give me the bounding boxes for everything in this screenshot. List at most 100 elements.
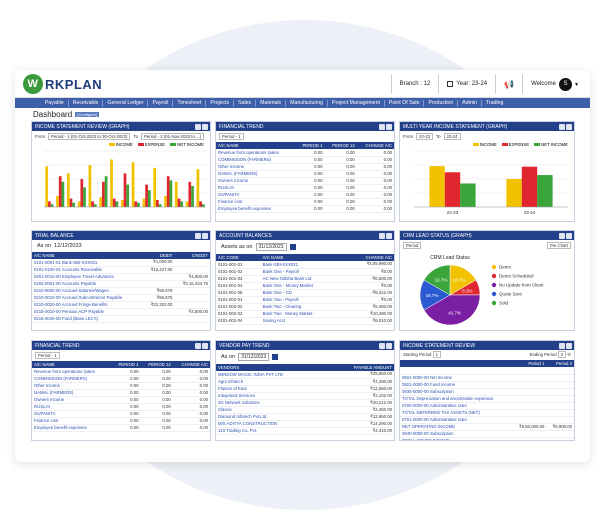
to-year-select[interactable]: 23-24	[443, 133, 461, 140]
table-cell[interactable]: 0215-0010-00 Pension ACP Payable	[32, 308, 144, 316]
close-icon[interactable]	[566, 123, 572, 130]
year-selector[interactable]: Year: 23-24	[438, 74, 495, 94]
menu-item-general-ledger[interactable]: General Ledger	[103, 99, 149, 107]
table-row[interactable]: NAMAL (FARMERS) 0.00 0.00 0.00	[216, 170, 394, 178]
table-row[interactable]: 0210-0010-00 Accrued Subcontractor Payab…	[32, 294, 210, 302]
table-row[interactable]: 0210-0020-00 Accrued Fringe Benefits ₹22,…	[32, 301, 210, 309]
table-row[interactable]: 0101-002-01 Bank Two - Payroll ₹0.00	[216, 296, 394, 304]
table-cell[interactable]: 0940-0000-00 Subscription	[400, 430, 512, 438]
period-select[interactable]: Period - 1	[35, 352, 60, 359]
table-cell[interactable]: WINDOW MAGIC INDIA PVT LTD	[216, 371, 327, 379]
table-row[interactable]: 0202-0001-00 Accounts Payable ₹3,16,434.7…	[32, 280, 210, 288]
menu-item-admin[interactable]: Admin	[458, 99, 483, 107]
table-cell[interactable]: Agni Infotech	[216, 378, 327, 386]
table-row[interactable]: Flavors of East ₹12,560.00	[216, 385, 394, 393]
table-row[interactable]: 3G Network Solutions ₹20,212.00	[216, 399, 394, 407]
menu-item-materials[interactable]: Materials	[256, 99, 287, 107]
table-row[interactable]: 0700-0000-00 Administrative G&A	[400, 402, 574, 410]
table-cell[interactable]: GUPANITA	[32, 410, 112, 418]
table-cell[interactable]: 0101-0001-01 Bank-SBI-XXX021	[32, 259, 144, 267]
table-cell[interactable]: Finance cost	[216, 198, 296, 206]
table-row[interactable]: 0101-001-03 AC New Odisha Bank Ltd -₹6,500…	[216, 275, 394, 283]
to-select[interactable]: Period - 2 (01-Nov-2023 to ...)	[141, 133, 205, 140]
settings-icon[interactable]	[195, 232, 201, 239]
table-row[interactable]: Diamond Infotech Pvt.Ltd. ₹12,850.00	[216, 413, 394, 421]
menu-item-production[interactable]: Production	[424, 99, 459, 107]
table-row[interactable]: 0101-001-04 Bank One - Money Market ₹0.00	[216, 282, 394, 290]
table-row[interactable]: 0935-0000-00 Subscription	[400, 388, 574, 396]
table-cell[interactable]: 0921-0000-00 Net Income	[400, 374, 512, 382]
close-icon[interactable]	[566, 342, 572, 349]
menu-item-payable[interactable]: Payable	[41, 99, 69, 107]
table-cell[interactable]: NAMAL (FARMERS)	[32, 389, 112, 397]
user-menu[interactable]: Welcome S ▾	[522, 74, 586, 94]
table-cell[interactable]: Bank One - Money Market	[260, 282, 346, 290]
table-row[interactable]: 0215-0010-00 Pension ACP Payable ₹4,500.0…	[32, 308, 210, 316]
announcement-button[interactable]: 📢	[495, 74, 522, 94]
table-cell[interactable]: Bank-SBI-XXX021	[260, 261, 346, 269]
table-cell[interactable]: Saving Acct	[260, 317, 346, 325]
table-row[interactable]: 0940-0000-00 Subscription	[400, 430, 574, 438]
table-cell[interactable]: Classic	[216, 406, 327, 414]
settings-icon[interactable]	[195, 123, 201, 130]
table-row[interactable]: 0101-002-04 Saving Acct ₹6,010.00	[216, 317, 394, 325]
table-row[interactable]: NET OPERATING INCOME ₹5,50,000.00 ₹6,900.0…	[400, 423, 574, 431]
menu-item-trading[interactable]: Trading	[482, 100, 507, 107]
table-cell[interactable]: 0202-0001-00 Accounts Payable	[32, 280, 144, 288]
table-row[interactable]	[400, 367, 574, 375]
table-row[interactable]: Finance cost 0.00 0.00 0.00	[216, 198, 394, 206]
table-row[interactable]: NAMAL (FARMERS) 0.00 0.00 0.00	[32, 389, 210, 397]
table-row[interactable]: Classic ₹2,450.00	[216, 406, 394, 414]
chart-type-select[interactable]: Pie Chart	[547, 242, 571, 249]
table-row[interactable]: TOTAL Depreciation and amortization expe…	[400, 395, 574, 403]
table-cell[interactable]: 0201-0010-00 Employee Travel Advances	[32, 273, 144, 281]
table-row[interactable]: 0101-002-03 Bank Two - Money Market ₹10,29…	[216, 310, 394, 318]
settings-icon[interactable]	[379, 232, 385, 239]
table-row[interactable]: TOTAL DEFERRED TAX ASSETS (NET)	[400, 409, 574, 417]
settings-icon[interactable]	[559, 342, 565, 349]
table-row[interactable]: COMMISSION (FARMERS) 0.00 0.00 0.00	[216, 156, 394, 164]
table-row[interactable]: 0210-0000-00 Accrued Salaries/Wages ₹56,6…	[32, 287, 210, 295]
table-row[interactable]: COMMISSION (FARMERS) 0.00 0.00 0.00	[32, 375, 210, 383]
settings-icon[interactable]	[559, 123, 565, 130]
table-cell[interactable]: Diamond Infotech Pvt.Ltd.	[216, 413, 327, 421]
table-cell[interactable]: Other Income	[32, 382, 112, 390]
table-row[interactable]: 0921-0000-00 Fund Income	[400, 381, 574, 389]
table-row[interactable]: M/S ADITYA CONSTRUCTION ₹14,290.00	[216, 420, 394, 428]
configure-link[interactable]: (Configure)	[75, 112, 100, 118]
table-cell[interactable]: Other Income	[216, 163, 296, 171]
settings-icon[interactable]	[379, 123, 385, 130]
table-cell[interactable]: TOTAL Depreciation and amortization expe…	[400, 395, 512, 403]
avatar[interactable]: S	[558, 77, 572, 91]
settings-icon[interactable]	[195, 342, 201, 349]
table-cell[interactable]: GUPANITA	[216, 191, 296, 199]
table-cell[interactable]: Bank One - CD	[260, 289, 346, 297]
close-icon[interactable]	[202, 342, 208, 349]
table-cell[interactable]: COMMISSION (FARMERS)	[32, 375, 112, 383]
table-row[interactable]: GUPANITA 0.00 0.00 0.00	[32, 410, 210, 418]
close-icon[interactable]	[386, 232, 392, 239]
table-row[interactable]: Integrated Services ₹2,432.00	[216, 392, 394, 400]
table-cell[interactable]: Bank One - Payroll	[260, 268, 346, 276]
date-input[interactable]: 31/12/2023	[238, 353, 270, 361]
table-row[interactable]: Finance cost 0.00 0.00 0.00	[32, 417, 210, 425]
table-cell[interactable]: 0210-0000-00 Accrued Salaries/Wages	[32, 287, 144, 295]
table-row[interactable]: Revenue from operations (sales 0.00 0.00 0.…	[32, 368, 210, 376]
table-row[interactable]: 0101-001-02 Bank One - Payroll ₹0.00	[216, 268, 394, 276]
table-cell[interactable]: 0921-0000-00 Fund Income	[400, 381, 512, 389]
menu-item-manufacturing[interactable]: Manufacturing	[286, 99, 329, 107]
table-row[interactable]: Owners Income 0.00 0.00 0.00	[32, 396, 210, 404]
table-cell[interactable]: 0701-0000-00 Administrative G&A	[400, 416, 512, 424]
table-cell[interactable]: 0210-0020-00 Accrued Fringe Benefits	[32, 301, 144, 309]
table-cell[interactable]: Revenue from operations (sales	[216, 149, 296, 157]
menu-item-payroll[interactable]: Payroll	[148, 99, 174, 107]
table-cell[interactable]: Integrated Services	[216, 392, 327, 400]
table-row[interactable]: 0215-0040-00 Fund (Base LEC's)	[32, 315, 210, 323]
table-cell[interactable]: Revenue from operations (sales	[32, 368, 112, 376]
table-row[interactable]: Employee benefit expenses 0.00 0.00 0.00	[32, 424, 210, 432]
menu-item-timesheet[interactable]: Timesheet	[173, 99, 207, 107]
table-cell[interactable]: RUSLHI	[32, 403, 112, 411]
table-row[interactable]: 0701-0000-00 Administrative G&A	[400, 416, 574, 424]
table-cell[interactable]: 0935-0000-00 Subscription	[400, 388, 512, 396]
from-year-select[interactable]: 22-23	[416, 133, 434, 140]
